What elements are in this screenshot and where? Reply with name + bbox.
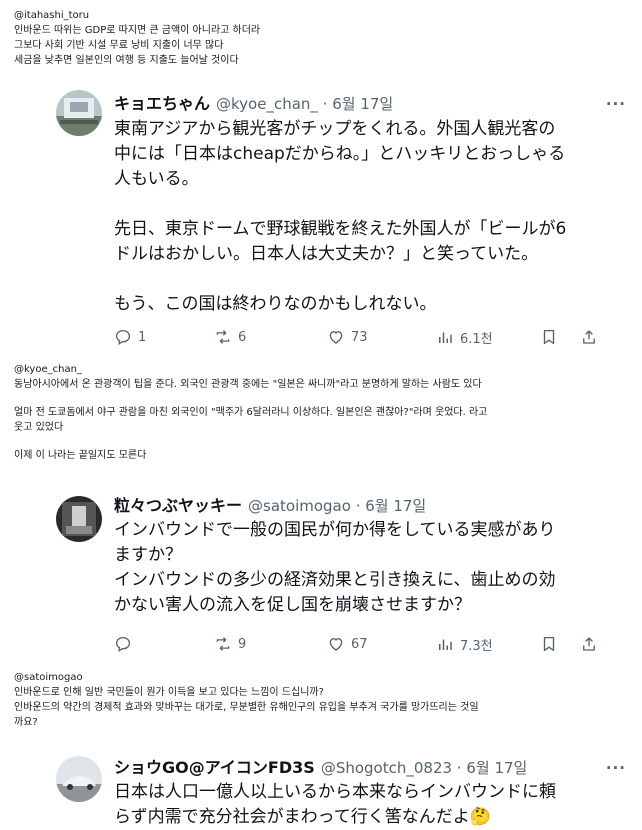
like-button[interactable]: 67 <box>327 633 368 655</box>
tweet-line: ますか？ <box>114 545 182 565</box>
tweet-line: 中には「日本はcheapだからね。」とハッキリとおっしゃる <box>114 144 566 164</box>
note-line: 까요? <box>14 717 38 728</box>
bookmark-icon <box>543 636 555 652</box>
tweet-line: 人もいる。 <box>114 169 199 189</box>
tweet-actions: 9 67 7.3천 <box>114 633 626 655</box>
tweet-shogotch[interactable]: ショウGO@アイコンFD3S @Shogotch_0823 · 6월 17일 ·… <box>56 754 626 830</box>
tweet-line: 先日、東京ドームで野球観戦を終えた外国人が「ビールが6 <box>114 219 567 239</box>
tweet-line: インバウンドで一般の国民が何か得をしている実感があり <box>114 520 556 540</box>
share-button[interactable] <box>580 326 598 348</box>
display-name[interactable]: キョエちゃん <box>114 90 210 114</box>
more-options-icon[interactable]: ··· <box>606 759 626 777</box>
views-chart-icon <box>439 639 452 650</box>
tweet-line: らず内需で充分社会がまわって行く筈なんだよ🤔 <box>114 805 626 830</box>
avatar-image <box>56 496 102 542</box>
tweet-line-text: らず内需で充分社会がまわって行く筈なんだよ <box>114 807 470 827</box>
avatar[interactable] <box>56 756 102 802</box>
translation-note-2: @kyoe_chan_ 동남아시아에서 온 관광객이 팁을 준다. 외국인 관광… <box>14 362 632 463</box>
reply-icon <box>115 636 131 653</box>
note-line: 세금을 낮추면 일본인의 여행 등 지출도 늘어날 것이다 <box>14 55 239 66</box>
heart-icon <box>329 638 343 651</box>
translation-note-3: @satoimogao 인바운드로 인해 일반 국민들이 뭔가 이득을 보고 있… <box>14 670 632 730</box>
views-chart-icon <box>439 332 452 343</box>
note-line: 얼마 전 도쿄돔에서 야구 관람을 마친 외국인이 "맥주가 6달러라니 이상하… <box>14 407 488 418</box>
thinking-face-emoji-icon: 🤔 <box>469 807 491 827</box>
tweet-line: 日本は人口一億人以上いるから本来ならインバウンドに頼 <box>114 782 556 802</box>
bookmark-button[interactable] <box>540 633 558 655</box>
like-count: 67 <box>351 636 368 652</box>
note-line: @kyoe_chan_ <box>14 364 82 375</box>
reply-icon <box>115 329 131 346</box>
bookmark-icon <box>543 329 555 345</box>
like-button[interactable]: 73 <box>327 326 368 348</box>
note-line: 인바운드의 약간의 경제적 효과와 맞바꾸는 대가로, 무분별한 유해인구의 유… <box>14 702 479 713</box>
views-button[interactable]: 7.3천 <box>436 633 493 655</box>
handle-and-date[interactable]: @kyoe_chan_ · 6월 17일 <box>216 93 393 114</box>
views-button[interactable]: 6.1천 <box>436 326 493 348</box>
tweet-satoimogao[interactable]: 粒々つぶヤッキー @satoimogao · 6월 17일 インバウンドで一般の… <box>56 492 626 660</box>
note-line-blank <box>14 435 632 448</box>
note-line: 동남아시아에서 온 관광객이 팁을 준다. 외국인 관광객 중에는 "일본은 싸… <box>14 379 482 390</box>
retweet-button[interactable]: 6 <box>214 326 246 348</box>
bookmark-button[interactable] <box>540 326 558 348</box>
share-button[interactable] <box>580 633 598 655</box>
tweet-header: ショウGO@アイコンFD3S @Shogotch_0823 · 6월 17일 ·… <box>114 754 626 778</box>
display-name[interactable]: 粒々つぶヤッキー <box>114 492 242 516</box>
display-name[interactable]: ショウGO@アイコンFD3S <box>114 754 315 778</box>
retweet-icon <box>216 330 230 344</box>
note-line: @satoimogao <box>14 672 83 683</box>
note-line: 인바운드 따위는 GDP로 따지면 큰 금액이 아니라고 하더라 <box>14 25 261 36</box>
avatar-image <box>56 756 102 802</box>
avatar[interactable] <box>56 90 102 136</box>
more-options-icon[interactable]: ··· <box>606 95 626 113</box>
tweet-line: もう、この国は終わりなのかもしれない。 <box>114 294 437 314</box>
retweet-count: 9 <box>238 636 247 652</box>
tweet-actions: 1 6 73 6.1천 <box>114 326 626 348</box>
reply-button[interactable]: 1 <box>114 326 146 348</box>
views-count: 7.3천 <box>460 638 493 654</box>
reply-button[interactable] <box>114 633 138 655</box>
share-icon <box>583 330 595 344</box>
note-line: 이제 이 나라는 끝일지도 모른다 <box>14 450 147 461</box>
heart-icon <box>329 331 343 344</box>
tweet-line: インバウンドの多少の経済効果と引き換えに、歯止めの効 <box>114 570 556 590</box>
tweet-line: 東南アジアから観光客がチップをくれる。外国人観光客の <box>114 119 556 139</box>
retweet-count: 6 <box>238 329 247 345</box>
note-line: 웃고 있었다 <box>14 422 64 433</box>
avatar[interactable] <box>56 496 102 542</box>
handle-and-date[interactable]: @satoimogao · 6월 17일 <box>248 495 426 516</box>
retweet-button[interactable]: 9 <box>214 633 246 655</box>
tweet-line: ドルはおかしい。日本人は大丈夫か？」と笑っていた。 <box>114 244 539 264</box>
translation-note-1: @itahashi_toru 인바운드 따위는 GDP로 따지면 큰 금액이 아… <box>14 8 632 68</box>
tweet-header: 粒々つぶヤッキー @satoimogao · 6월 17일 <box>114 492 626 516</box>
tweet-text: 東南アジアから観光客がチップをくれる。外国人観光客の 中には「日本はcheapだ… <box>114 117 626 317</box>
views-count: 6.1천 <box>460 331 493 347</box>
share-icon <box>583 637 595 651</box>
tweet-text: 日本は人口一億人以上いるから本来ならインバウンドに頼 らず内需で充分社会がまわっ… <box>114 780 626 830</box>
reply-count: 1 <box>138 329 147 345</box>
note-line: @itahashi_toru <box>14 10 90 21</box>
note-line-blank <box>14 392 632 405</box>
note-line: 그보다 사회 기반 시설 무료 낭비 지출이 너무 많다 <box>14 40 224 51</box>
avatar-image <box>56 90 102 136</box>
handle-and-date[interactable]: @Shogotch_0823 · 6월 17일 <box>321 757 528 778</box>
tweet-line: かない害人の流入を促し国を崩壊させますか？ <box>114 595 471 615</box>
tweet-text: インバウンドで一般の国民が何か得をしている実感があり ますか？ インバウンドの多… <box>114 518 626 618</box>
note-line: 인바운드로 인해 일반 국민들이 뭔가 이득을 보고 있다는 느낌이 드십니까? <box>14 687 324 698</box>
like-count: 73 <box>351 329 368 345</box>
tweet-kyoe[interactable]: キョエちゃん @kyoe_chan_ · 6월 17일 ··· 東南アジアから観… <box>56 90 626 355</box>
tweet-header: キョエちゃん @kyoe_chan_ · 6월 17일 ··· <box>114 90 626 114</box>
retweet-icon <box>216 637 230 651</box>
